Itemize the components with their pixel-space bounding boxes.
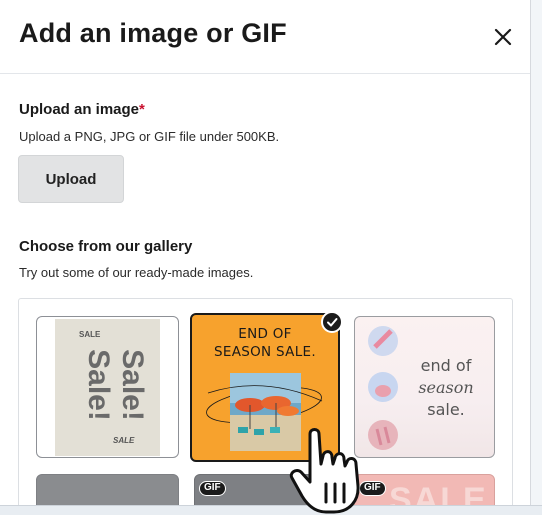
close-icon (494, 28, 512, 46)
modal-header: Add an image or GIF (0, 0, 530, 74)
soft-sale-line-2: season (418, 378, 474, 397)
beach-photo-graphic (206, 373, 323, 451)
gallery-tile-grey-image[interactable] (36, 474, 179, 505)
gallery-description: Try out some of our ready-made images. (19, 265, 254, 280)
sale-poster-graphic: SALE Sale! Sale! SALE (79, 330, 149, 445)
gif-sale-text: SALE (389, 481, 488, 505)
gallery-tile-soft-sale[interactable]: end of season sale. (354, 316, 495, 458)
upload-title-text: Upload an image (19, 101, 140, 118)
gallery-tile-gif-1[interactable]: GIF (194, 474, 339, 505)
sale-poster-image: SALE Sale! Sale! SALE (55, 319, 160, 456)
gallery-section-title: Choose from our gallery (19, 238, 193, 255)
upload-description: Upload a PNG, JPG or GIF file under 500K… (19, 129, 280, 144)
soft-sale-line-1: end of (420, 356, 472, 375)
modal-title: Add an image or GIF (19, 18, 287, 48)
sale-big-text-1: Sale! (82, 349, 115, 421)
gallery-grid: SALE Sale! Sale! SALE END OF SEASON SALE… (18, 298, 513, 505)
gallery-tile-sale-poster[interactable]: SALE Sale! Sale! SALE (36, 316, 179, 458)
soft-sale-line-3: sale. (427, 400, 465, 419)
soft-sale-text: end of season sale. (416, 355, 476, 421)
selected-check-badge (321, 311, 343, 333)
required-mark: * (139, 101, 145, 118)
upload-button[interactable]: Upload (18, 155, 124, 203)
gallery-tile-gif-sale[interactable]: SALE GIF (354, 474, 495, 505)
close-button[interactable] (489, 23, 517, 51)
sale-small-top: SALE (79, 330, 101, 339)
add-image-modal: Add an image or GIF Upload an image* Upl… (0, 0, 531, 505)
upload-section-title: Upload an image* (19, 101, 145, 118)
page-bottom-bar (0, 505, 542, 515)
sale-small-bottom: SALE (113, 436, 135, 445)
gallery-tile-end-of-season-sale[interactable]: END OF SEASON SALE. (190, 313, 340, 462)
gif-badge: GIF (359, 481, 386, 496)
check-icon (327, 318, 338, 327)
sale-big-text-2: Sale! (116, 349, 149, 421)
gif-badge: GIF (199, 481, 226, 496)
